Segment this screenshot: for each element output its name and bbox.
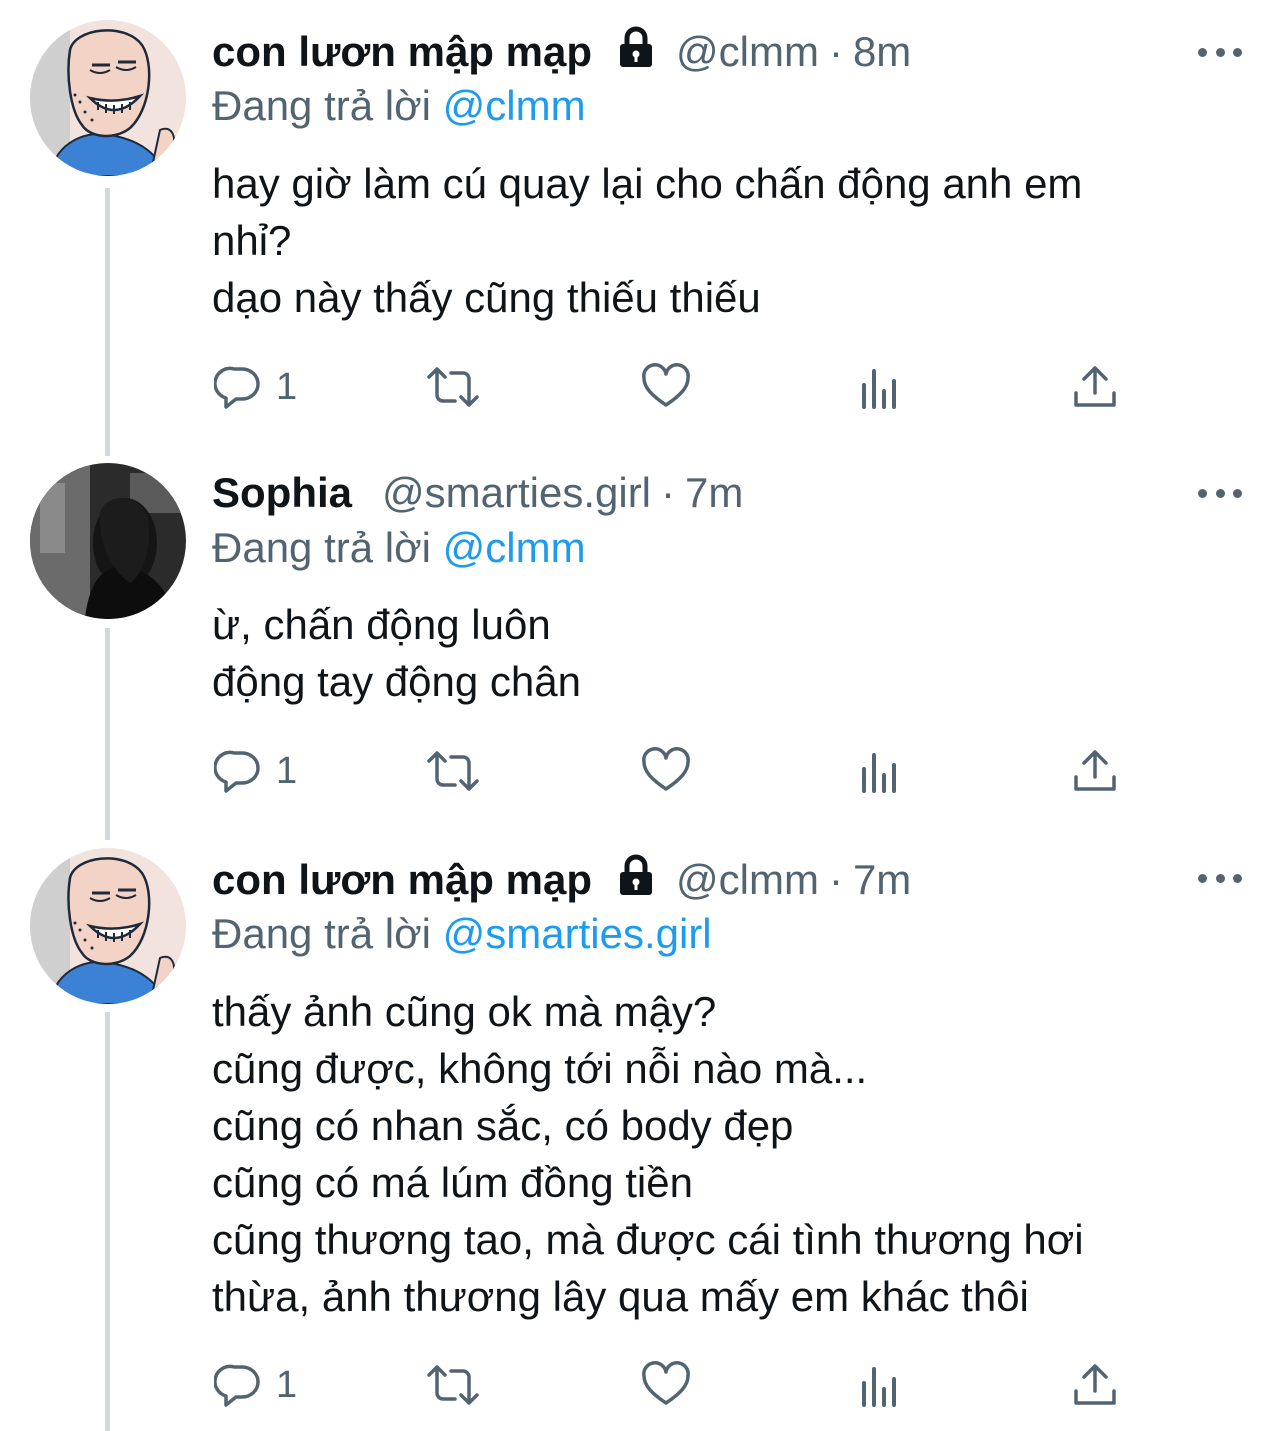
lock-icon [614, 25, 658, 79]
retweet-button[interactable] [425, 363, 481, 411]
retweet-icon [427, 751, 479, 791]
like-icon [642, 747, 690, 791]
display-name[interactable]: con lươn mập mạp [212, 856, 592, 904]
reply-button[interactable]: 1 [214, 363, 297, 411]
analytics-button[interactable] [860, 363, 904, 411]
separator: · [828, 28, 843, 75]
tweet-text-line: cũng có má lúm đồng tiền [212, 1159, 693, 1206]
replying-to: Đang trả lời @clmm [212, 82, 586, 130]
avatar[interactable] [30, 463, 186, 619]
username[interactable]: @smarties.girl [382, 469, 651, 517]
avatar-cartoon-image [30, 20, 186, 176]
tweet-text: hay giờ làm cú quay lại cho chấn động an… [212, 155, 1252, 326]
display-name[interactable]: Sophia [212, 469, 352, 517]
like-icon [642, 1361, 690, 1405]
reply-count: 1 [276, 1363, 298, 1406]
share-button[interactable] [1072, 1361, 1118, 1409]
tweet-text-line: hay giờ làm cú quay lại cho chấn động an… [212, 160, 1083, 207]
timestamp[interactable]: 8m [853, 28, 911, 76]
separator: · [661, 469, 676, 516]
separator: · [828, 856, 843, 903]
share-icon [1074, 1364, 1116, 1405]
avatar[interactable] [30, 848, 186, 1004]
tweet-text: thấy ảnh cũng ok mà mậy? cũng được, khôn… [212, 983, 1252, 1325]
share-icon [1074, 366, 1116, 407]
retweet-button[interactable] [425, 747, 481, 795]
retweet-icon [427, 367, 479, 407]
avatar[interactable] [30, 20, 186, 176]
display-name[interactable]: con lươn mập mạp [212, 28, 592, 76]
reply-icon [214, 1364, 260, 1407]
analytics-icon [862, 369, 896, 409]
thread-line [105, 188, 110, 456]
tweet-header: con lươn mập mạp @clmm · 7m [212, 852, 911, 908]
analytics-button[interactable] [860, 1361, 904, 1409]
tweet-text-line: dạo này thấy cũng thiếu thiếu [212, 274, 761, 321]
tweet-text-line: thừa, ảnh thương lây qua mấy em khác thô… [212, 1273, 1029, 1320]
reply-count: 1 [276, 365, 298, 408]
mention-link[interactable]: @clmm [443, 524, 586, 571]
tweet-text-line: cũng có nhan sắc, có body đẹp [212, 1102, 794, 1149]
username[interactable]: @clmm [676, 856, 819, 904]
share-icon [1074, 750, 1116, 791]
replying-to: Đang trả lời @clmm [212, 524, 586, 572]
tweet-text-line: thấy ảnh cũng ok mà mậy? [212, 988, 717, 1035]
like-button[interactable] [641, 1361, 691, 1409]
reply-count: 1 [276, 749, 298, 792]
like-button[interactable] [641, 747, 691, 795]
tweet-header: con lươn mập mạp @clmm · 8m [212, 24, 911, 80]
share-button[interactable] [1072, 363, 1118, 411]
more-icon[interactable] [1198, 868, 1242, 888]
analytics-icon [862, 1367, 896, 1407]
action-bar: 1 [0, 363, 1284, 413]
action-bar: 1 [0, 747, 1284, 797]
reply-icon [214, 750, 260, 793]
tweet-text-line: nhỉ? [212, 217, 292, 264]
tweet-text-line: ừ, chấn động luôn [212, 601, 551, 648]
reply-icon [214, 366, 260, 409]
mention-link[interactable]: @smarties.girl [443, 910, 712, 957]
avatar-cartoon-image [30, 848, 186, 1004]
share-button[interactable] [1072, 747, 1118, 795]
replying-prefix: Đang trả lời [212, 910, 431, 957]
like-icon [642, 363, 690, 407]
like-button[interactable] [641, 363, 691, 411]
tweet-text: ừ, chấn động luôn động tay động chân [212, 596, 1252, 710]
tweet-text-line: cũng được, không tới nỗi nào mà... [212, 1045, 868, 1092]
more-icon[interactable] [1198, 42, 1242, 62]
replying-prefix: Đang trả lời [212, 524, 431, 571]
timestamp[interactable]: 7m [685, 469, 743, 517]
replying-prefix: Đang trả lời [212, 82, 431, 129]
reply-button[interactable]: 1 [214, 1361, 297, 1409]
analytics-button[interactable] [860, 747, 904, 795]
analytics-icon [862, 753, 896, 793]
retweet-icon [427, 1365, 479, 1405]
more-icon[interactable] [1198, 483, 1242, 503]
tweet-header: Sophia @smarties.girl · 7m [212, 465, 743, 521]
reply-button[interactable]: 1 [214, 747, 297, 795]
thread-line [105, 628, 110, 840]
retweet-button[interactable] [425, 1361, 481, 1409]
mention-link[interactable]: @clmm [443, 82, 586, 129]
action-bar: 1 [0, 1361, 1284, 1411]
timestamp[interactable]: 7m [853, 856, 911, 904]
lock-icon [614, 853, 658, 907]
username[interactable]: @clmm [676, 28, 819, 76]
avatar-photo-image [30, 463, 186, 619]
replying-to: Đang trả lời @smarties.girl [212, 910, 712, 958]
tweet-text-line: cũng thương tao, mà được cái tình thương… [212, 1216, 1084, 1263]
tweet-text-line: động tay động chân [212, 658, 581, 705]
